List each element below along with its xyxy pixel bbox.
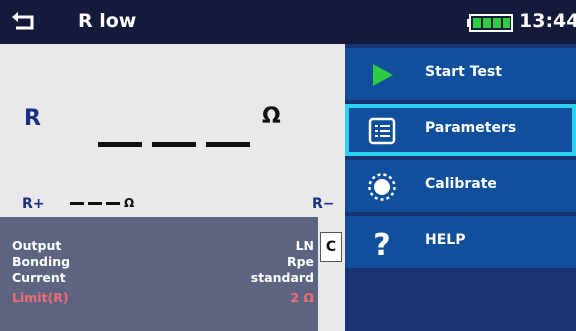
back-arrow-icon[interactable] — [10, 9, 38, 33]
list-icon — [368, 117, 396, 145]
param-name: Output — [12, 238, 62, 253]
param-value: standard — [250, 270, 314, 285]
start-test-label: Start Test — [425, 64, 502, 80]
help-icon: ? — [373, 228, 390, 258]
calibrate-icon — [368, 173, 396, 201]
rplus-unit: Ω — [124, 196, 135, 210]
result-area: R Ω R+ Ω R− — [0, 44, 345, 217]
param-row-current: Current standard — [12, 270, 318, 286]
screen: R low 13:44 R Ω R+ Ω R− Output LN Bondin… — [0, 0, 576, 331]
r-unit: Ω — [262, 104, 281, 129]
param-value: LN — [295, 238, 314, 253]
param-name: Current — [12, 270, 66, 285]
start-test-button[interactable]: Start Test — [345, 48, 576, 100]
rplus-label: R+ — [22, 196, 45, 212]
header-bar: R low 13:44 — [0, 0, 576, 44]
side-menu: Start Test Parameters Calibrate ? HELP — [345, 44, 576, 331]
parameters-label: Parameters — [425, 120, 517, 136]
calibrate-button[interactable]: Calibrate — [345, 160, 576, 212]
rminus-label: R− — [312, 196, 335, 212]
page-title: R low — [78, 10, 137, 32]
r-label: R — [24, 106, 41, 131]
play-icon — [373, 64, 393, 86]
param-name: Bonding — [12, 254, 71, 269]
param-row-output: Output LN — [12, 238, 318, 254]
param-value: 2 Ω — [290, 290, 314, 305]
r-value-dashes — [98, 142, 250, 147]
parameter-panel: Output LN Bonding Rpe Current standard L… — [0, 217, 318, 331]
param-name: Limit(R) — [12, 290, 69, 305]
svg-text:?: ? — [373, 228, 390, 258]
help-label: HELP — [425, 232, 466, 248]
rplus-value-dashes — [70, 202, 120, 205]
clock: 13:44 — [519, 10, 576, 32]
param-value: Rpe — [286, 254, 314, 269]
connector-label: C — [320, 232, 342, 262]
rplus-value — [70, 192, 122, 211]
battery-full-icon — [467, 14, 513, 32]
connector-indicator: C — [318, 230, 345, 331]
calibrate-label: Calibrate — [425, 176, 497, 192]
help-button[interactable]: ? HELP — [345, 216, 576, 268]
param-row-bonding: Bonding Rpe — [12, 254, 318, 270]
param-row-limit: Limit(R) 2 Ω — [12, 290, 318, 306]
parameters-button[interactable]: Parameters — [345, 104, 576, 156]
r-value — [98, 124, 258, 157]
